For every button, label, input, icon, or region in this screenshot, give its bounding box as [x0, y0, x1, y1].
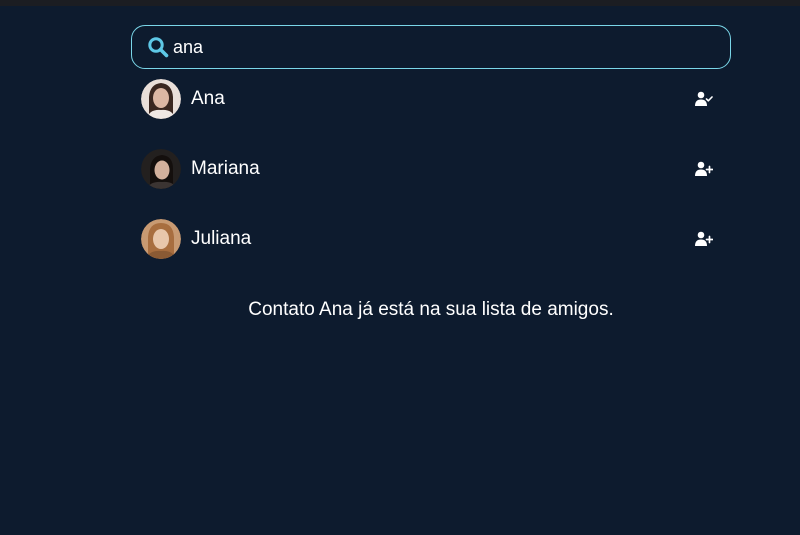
contact-results-list: Ana Mariana Juliana [131, 79, 731, 289]
contact-name: Mariana [191, 158, 260, 179]
avatar [141, 79, 181, 119]
contact-row-juliana[interactable]: Juliana [131, 219, 731, 259]
contact-name: Ana [191, 88, 225, 109]
user-check-icon[interactable] [695, 91, 713, 107]
status-message: Contato Ana já está na sua lista de amig… [248, 299, 614, 320]
search-icon [146, 35, 170, 59]
contact-row-ana[interactable]: Ana [131, 79, 731, 119]
avatar [141, 149, 181, 189]
avatar [141, 219, 181, 259]
top-bar [0, 0, 800, 6]
search-input[interactable] [173, 27, 730, 67]
contact-row-mariana[interactable]: Mariana [131, 149, 731, 189]
contact-name: Juliana [191, 228, 252, 249]
contact-search-panel: Ana [131, 25, 731, 320]
user-plus-icon[interactable] [695, 161, 713, 177]
user-plus-icon[interactable] [695, 231, 713, 247]
search-bar[interactable] [131, 25, 731, 69]
